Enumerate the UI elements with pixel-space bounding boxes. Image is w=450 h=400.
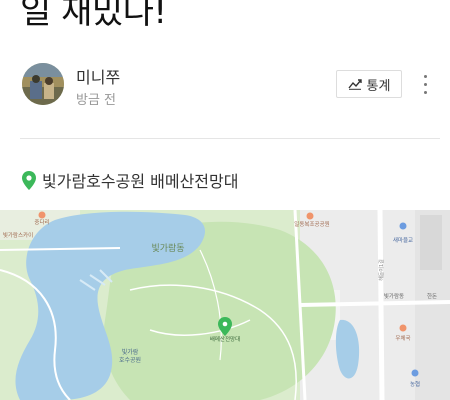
avatar-photo [22, 63, 64, 105]
stats-label: 통계 [366, 78, 391, 94]
map-canvas: 빛가람동 빛가람 호수공원 배메산전망대 중다리 빛가람스카이 일동복조공공원 … [0, 210, 450, 400]
map-label-right4: 우체국 [395, 334, 410, 342]
map-label-observatory: 배메산전망대 [210, 335, 240, 343]
map-label-right6: 해돋이1길 [378, 259, 385, 281]
avatar[interactable] [22, 63, 64, 105]
more-dot [423, 74, 427, 78]
location-pin-icon [22, 170, 36, 190]
stats-button[interactable]: 통계 [336, 70, 402, 98]
post-time: 방금 전 [76, 93, 117, 108]
map-label-right2: 빛가람동 [384, 292, 404, 300]
divider [20, 138, 440, 139]
map-label-right1: 새마을교 [393, 236, 413, 244]
trend-chart-icon [347, 79, 362, 90]
author-name[interactable]: 미니쭈 [76, 64, 120, 88]
map-label-right3: 한돈 [427, 293, 437, 300]
more-options-button[interactable] [418, 70, 432, 98]
post-title: 일 재밌다! [20, 0, 167, 32]
map-label-top-left: 중다리 [34, 218, 49, 226]
map-label-park-line2: 호수공원 [119, 356, 141, 364]
map-label-right5: 농협 [410, 380, 420, 388]
map-label-district: 빛가람동 [151, 242, 184, 254]
map[interactable]: 빛가람동 빛가람 호수공원 배메산전망대 중다리 빛가람스카이 일동복조공공원 … [0, 210, 450, 400]
place-link[interactable]: 빛가람호수공원 배메산전망대 [22, 168, 238, 192]
map-label-park-line1: 빛가람 [122, 348, 139, 356]
map-label-top-right: 일동복조공공원 [294, 220, 329, 228]
more-dot [423, 90, 427, 94]
more-dot [423, 82, 427, 86]
place-name: 빛가람호수공원 배메산전망대 [42, 172, 239, 191]
map-label-top-left2: 빛가람스카이 [3, 231, 33, 239]
